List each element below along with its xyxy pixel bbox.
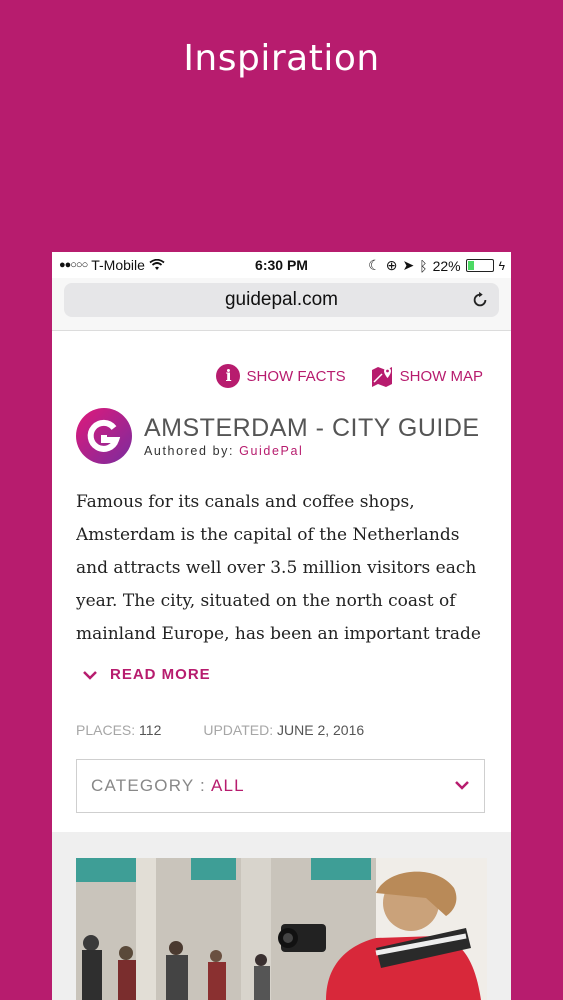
updated-date: UPDATED: JUNE 2, 2016: [203, 722, 364, 738]
battery-icon: [465, 259, 494, 272]
places-label: PLACES:: [76, 722, 136, 738]
guide-description: Famous for its canals and coffee shops, …: [76, 492, 481, 644]
category-label-text: CATEGORY :: [91, 776, 206, 795]
guide-actions: i SHOW FACTS SHOW MAP: [216, 364, 483, 388]
battery-percent: 22%: [432, 257, 461, 274]
read-more-button[interactable]: READ MORE: [82, 666, 211, 683]
show-map-button[interactable]: SHOW MAP: [370, 364, 483, 388]
category-value: ALL: [210, 776, 245, 795]
author-prefix: Authored by:: [144, 444, 235, 458]
category-select[interactable]: CATEGORY : ALL: [76, 759, 485, 813]
status-right: ☾ ⊕ ➤ ᛒ 22% ϟ: [368, 257, 505, 274]
url-field[interactable]: guidepal.com: [64, 283, 499, 317]
bluetooth-icon: ᛒ: [419, 257, 428, 274]
moon-icon: ☾: [368, 257, 381, 273]
url-text: guidepal.com: [224, 289, 339, 310]
status-bar: ●●○○○ T-Mobile 6:30 PM ☾ ⊕ ➤ ᛒ 22% ϟ: [52, 252, 511, 278]
rotation-lock-icon: ⊕: [385, 257, 398, 273]
reload-icon[interactable]: [471, 291, 489, 309]
phone-screen: ●●○○○ T-Mobile 6:30 PM ☾ ⊕ ➤ ᛒ 22% ϟ gui…: [52, 252, 511, 1000]
browser-toolbar: guidepal.com: [52, 278, 511, 331]
author-line: Authored by: GuidePal: [144, 444, 480, 458]
page-headline: Inspiration: [183, 38, 380, 79]
places-value: 112: [139, 722, 162, 738]
place-photo[interactable]: [76, 858, 487, 1000]
places-count: PLACES: 112: [76, 722, 161, 738]
show-facts-button[interactable]: i SHOW FACTS: [216, 364, 346, 388]
show-map-label: SHOW MAP: [399, 367, 483, 385]
guide-title: AMSTERDAM - CITY GUIDE: [144, 414, 480, 442]
author-name[interactable]: GuidePal: [239, 444, 303, 458]
charging-icon: ϟ: [498, 258, 505, 273]
guide-meta: PLACES: 112 UPDATED: JUNE 2, 2016: [76, 722, 364, 738]
location-icon: ➤: [402, 257, 415, 273]
chevron-down-icon: [83, 670, 97, 680]
show-facts-label: SHOW FACTS: [246, 367, 346, 385]
updated-label: UPDATED:: [203, 722, 274, 738]
category-label: CATEGORY : ALL: [91, 776, 245, 796]
updated-value: JUNE 2, 2016: [277, 722, 365, 738]
info-icon: i: [216, 364, 241, 388]
chevron-down-icon: [455, 781, 469, 790]
guide-header: AMSTERDAM - CITY GUIDE Authored by: Guid…: [76, 408, 480, 464]
guidepal-logo: [76, 408, 132, 464]
map-pin-icon: [371, 367, 392, 387]
read-more-label: READ MORE: [110, 666, 211, 683]
guide-titles: AMSTERDAM - CITY GUIDE Authored by: Guid…: [144, 414, 480, 458]
